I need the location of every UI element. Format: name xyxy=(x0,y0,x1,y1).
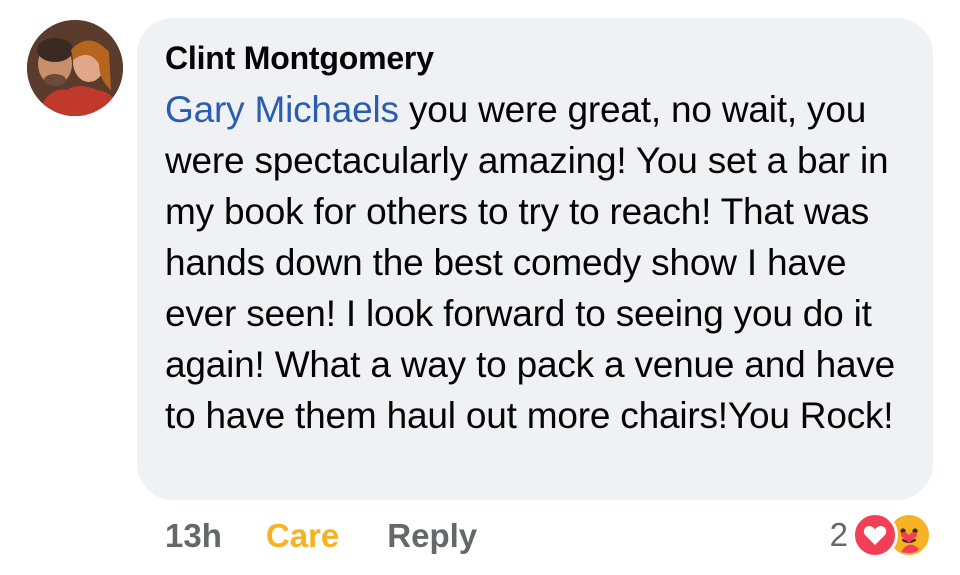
comment-text: you were great, no wait, you were specta… xyxy=(165,89,896,436)
love-icon xyxy=(852,512,898,558)
reaction-count: 2 xyxy=(829,516,848,553)
profile-photo-icon xyxy=(27,20,123,116)
reaction-summary[interactable]: 2 xyxy=(830,512,932,558)
comment-body: Gary Michaels you were great, no wait, y… xyxy=(165,84,905,441)
comment-timestamp[interactable]: 13h xyxy=(165,517,222,555)
comment-bubble: Clint Montgomery Gary Michaels you were … xyxy=(137,18,933,500)
comment-actions: 13h Care Reply xyxy=(165,517,477,555)
care-reaction-button[interactable]: Care xyxy=(266,517,339,555)
comment-container: Clint Montgomery Gary Michaels you were … xyxy=(0,0,960,575)
comment-author[interactable]: Clint Montgomery xyxy=(165,40,434,77)
reply-button[interactable]: Reply xyxy=(387,517,477,555)
mention-link[interactable]: Gary Michaels xyxy=(165,89,399,130)
avatar[interactable] xyxy=(27,20,123,116)
